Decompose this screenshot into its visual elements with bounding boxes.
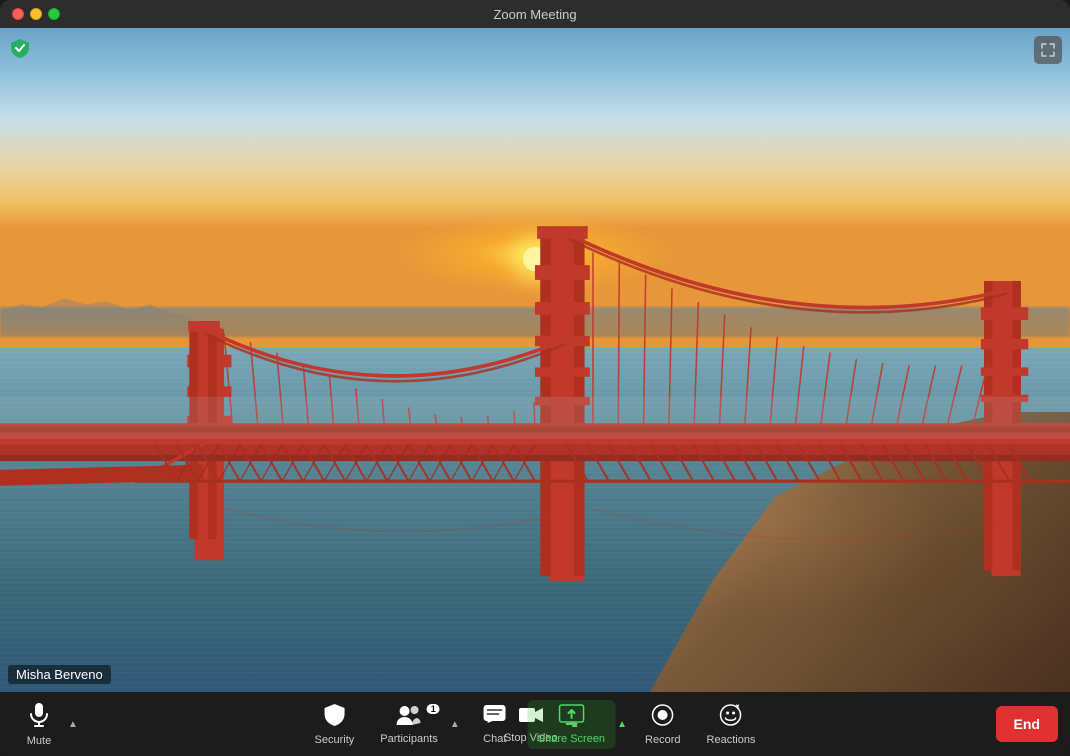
participants-count: 1 bbox=[427, 704, 440, 714]
record-label: Record bbox=[645, 734, 680, 746]
maximize-button[interactable] bbox=[48, 8, 60, 20]
participants-chevron[interactable]: ▲ bbox=[448, 702, 462, 746]
close-button[interactable] bbox=[12, 8, 24, 20]
security-label: Security bbox=[315, 734, 355, 746]
mute-button[interactable]: Mute bbox=[12, 698, 66, 751]
chat-button[interactable]: Chat bbox=[468, 700, 522, 749]
share-screen-button[interactable]: Share Screen bbox=[528, 700, 615, 749]
security-indicator bbox=[8, 36, 32, 60]
title-bar: Zoom Meeting bbox=[0, 0, 1070, 28]
share-screen-chevron[interactable]: ▲ bbox=[615, 702, 629, 746]
minimize-button[interactable] bbox=[30, 8, 42, 20]
fullscreen-button[interactable] bbox=[1034, 36, 1062, 64]
toolbar: Mute ▲ Stop Video ▲ bbox=[0, 692, 1070, 756]
share-screen-group: Share Screen ▲ bbox=[528, 700, 629, 749]
reactions-label: Reactions bbox=[707, 734, 756, 746]
record-icon bbox=[651, 703, 675, 731]
shield-icon bbox=[323, 703, 345, 731]
share-screen-label: Share Screen bbox=[538, 733, 605, 745]
security-button[interactable]: Security bbox=[305, 699, 365, 750]
participants-button[interactable]: 1 Participants bbox=[370, 700, 447, 749]
mute-group: Mute ▲ bbox=[12, 698, 80, 751]
end-button[interactable]: End bbox=[996, 706, 1058, 742]
record-button[interactable]: Record bbox=[635, 699, 690, 750]
participants-icon bbox=[396, 704, 422, 730]
share-screen-icon bbox=[558, 704, 584, 730]
mute-label: Mute bbox=[27, 735, 51, 747]
bridge-svg bbox=[0, 28, 1070, 692]
video-area: Misha Berveno bbox=[0, 28, 1070, 692]
video-canvas bbox=[0, 28, 1070, 692]
reactions-button[interactable]: Reactions bbox=[697, 699, 766, 750]
participants-label: Participants bbox=[380, 733, 437, 745]
chat-icon bbox=[483, 704, 507, 730]
chat-label: Chat bbox=[483, 733, 506, 745]
reactions-icon bbox=[719, 703, 743, 731]
traffic-lights bbox=[12, 8, 60, 20]
microphone-icon bbox=[28, 702, 50, 732]
window-title: Zoom Meeting bbox=[493, 7, 576, 22]
mute-chevron[interactable]: ▲ bbox=[66, 702, 80, 746]
participant-name: Misha Berveno bbox=[8, 665, 111, 684]
zoom-window: Zoom Meeting bbox=[0, 0, 1070, 756]
participants-group: 1 Participants ▲ bbox=[370, 700, 461, 749]
